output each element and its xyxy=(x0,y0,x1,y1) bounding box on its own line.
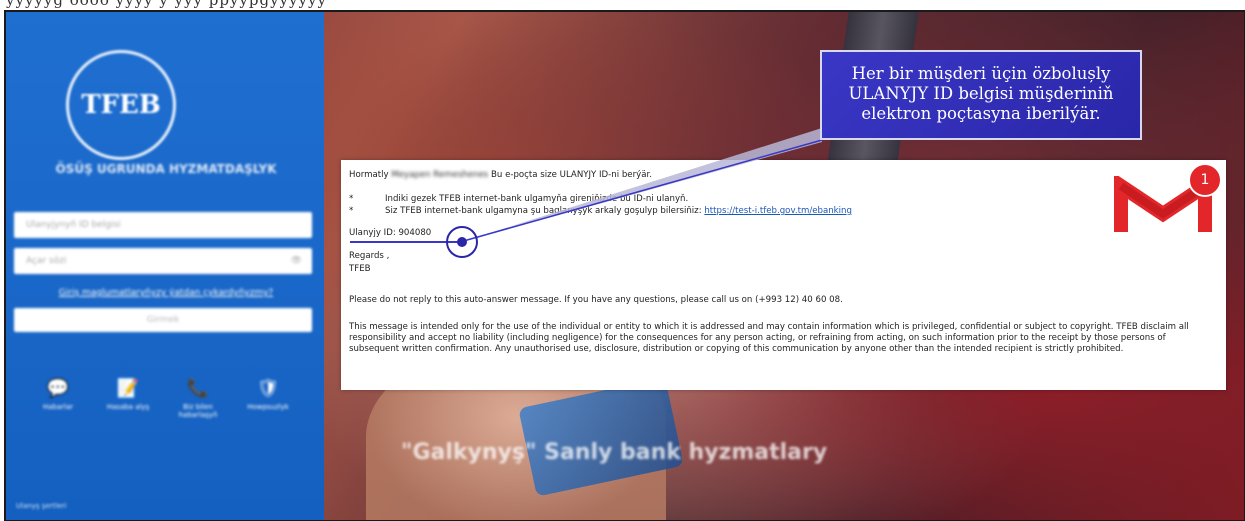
contact-shortcut[interactable]: 📞 Biz bilen habarlaşyň xyxy=(168,378,228,419)
sidebar-icon-row: 💬 Habarlar 📝 Hasaba alyş 📞 Biz bilen habarl… xyxy=(28,378,298,419)
contact-label: Biz bilen habarlaşyň xyxy=(178,403,218,419)
user-id-input[interactable]: Ulanyjynyň ID belgisi xyxy=(14,212,312,238)
email-bullet-2: * Siz TFEB internet-bank ulgamyna şu bagl… xyxy=(349,206,852,216)
regards: Regards , xyxy=(349,251,390,261)
chat-icon: 💬 xyxy=(46,378,70,399)
password-input[interactable]: Açar sözi 👁 xyxy=(14,248,312,274)
bullet-1-text: Indiki gezek TFEB internet-bank ulgamyňa… xyxy=(385,194,689,204)
tfeb-logo: TFEB xyxy=(66,50,176,160)
email-message: Hormatly Meyapen Remeshenes Bu e-poçta s… xyxy=(341,160,1226,390)
forgot-credentials-link[interactable]: Giriş maglumatlaryňyzy ýatdan çykardyňyz… xyxy=(26,288,306,298)
top-strip: ÿyyyyg oooo yyyy y yyy ppyypgyyyyyy xyxy=(0,0,1245,10)
tutorial-screenshot: ÿyyyyg oooo yyyy y yyy ppyypgyyyyyy "Gal… xyxy=(0,0,1245,521)
bullet-2-text: Siz TFEB internet-bank ulgamyna şu bagla… xyxy=(385,206,702,216)
intro-text: Bu e-poçta size ULANYJY ID-ni berýär. xyxy=(491,170,652,180)
ebanking-link[interactable]: https://test-i.tfeb.gov.tm/ebanking xyxy=(704,206,852,216)
top-strip-text: ÿyyyyg oooo yyyy y yyy ppyypgyyyyyy xyxy=(6,0,327,9)
noreply-notice: Please do not reply to this auto-answer … xyxy=(349,295,843,305)
news-shortcut[interactable]: 💬 Habarlar xyxy=(28,378,88,419)
security-label: Howpsuzlyk xyxy=(247,403,289,411)
news-label: Habarlar xyxy=(42,403,74,411)
bullet-mark: * xyxy=(349,194,354,204)
phone-icon: 📞 xyxy=(186,378,210,399)
signature: TFEB xyxy=(349,264,371,274)
registration-label: Hasaba alyş xyxy=(106,403,150,411)
sidebar-tagline: ÖSÜŞ UGRUNDA HYZMATDAŞLYK xyxy=(55,162,277,176)
email-signoff: Regards , TFEB xyxy=(349,250,389,276)
background-banner-text: "Galkynyş" Sanly bank hyzmatlary xyxy=(401,440,828,465)
login-sidebar: TFEB ÖSÜŞ UGRUNDA HYZMATDAŞLYK Ulanyjyny… xyxy=(6,12,324,520)
eye-icon[interactable]: 👁 xyxy=(291,248,302,274)
greeting: Hormatly xyxy=(349,170,389,180)
password-placeholder: Açar sözi xyxy=(26,256,67,266)
registration-shortcut[interactable]: 📝 Hasaba alyş xyxy=(98,378,158,419)
email-bullet-1: * Indiki gezek TFEB internet-bank ulgamyň… xyxy=(349,194,688,204)
recipient-name: Meyapen Remeshenes xyxy=(391,170,489,180)
notification-badge: 1 xyxy=(1188,163,1222,197)
user-id-line: Ulanyjy ID: 904080 xyxy=(349,228,432,238)
logo-text: TFEB xyxy=(81,90,161,120)
callout-line-2: ULANYJY ID belgisi müşderiniň xyxy=(848,84,1114,103)
login-button[interactable]: Girmek xyxy=(14,308,312,332)
security-shortcut[interactable]: 🛡 Howpsuzlyk xyxy=(238,378,298,419)
callout-line-1: Her bir müşderi üçin özbolușly xyxy=(851,64,1111,83)
callout-box: Her bir müşderi üçin özbolușly ULANYJY I… xyxy=(820,50,1142,140)
bullet-mark: * xyxy=(349,206,354,216)
email-greeting-line: Hormatly Meyapen Remeshenes Bu e-poçta s… xyxy=(349,170,652,180)
shield-icon: 🛡 xyxy=(256,378,280,399)
form-icon: 📝 xyxy=(116,378,140,399)
sidebar-footer-link[interactable]: Ulanyş şertleri xyxy=(16,502,66,510)
disclaimer-text: This message is intended only for the us… xyxy=(349,322,1189,354)
callout-line-3: elektron poçtasyna iberilýär. xyxy=(861,104,1101,123)
